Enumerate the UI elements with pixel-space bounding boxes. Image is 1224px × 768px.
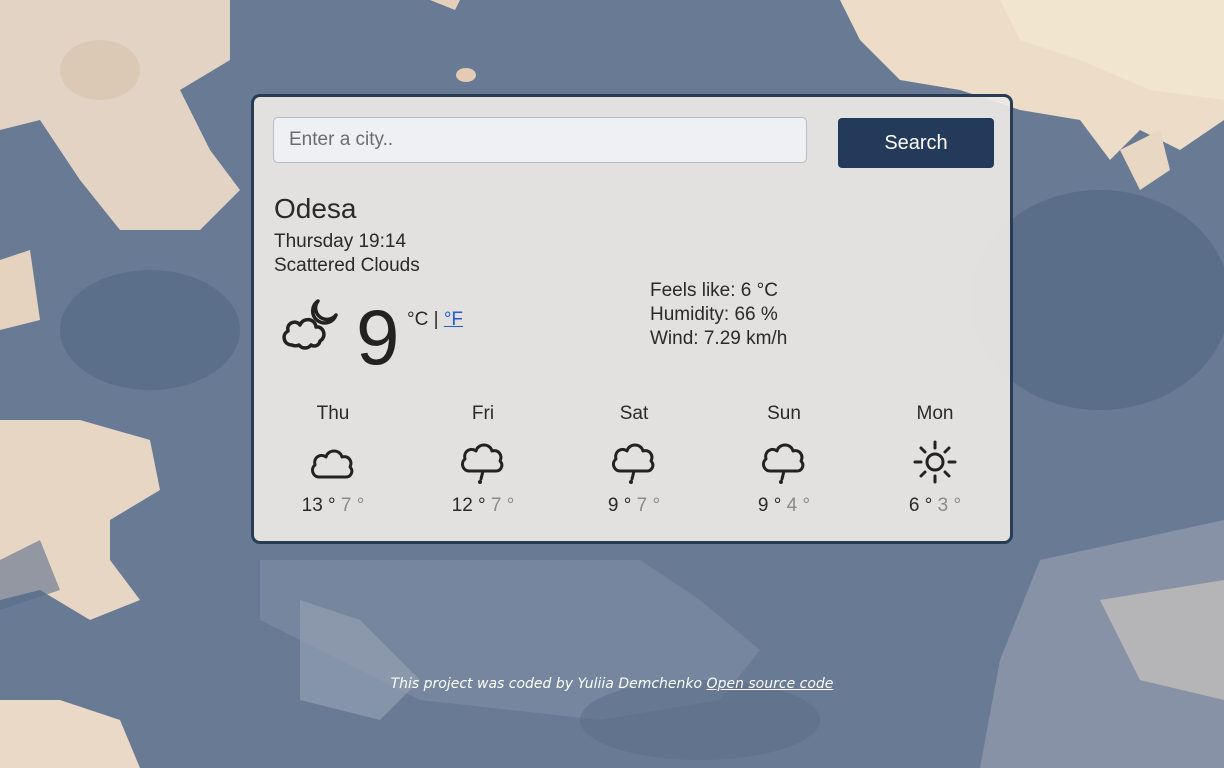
unit-separator: | [433,309,439,330]
forecast-day: Sat 9 ° 7 ° [559,403,709,517]
forecast-max-temp: 9 ° [757,495,782,516]
city-search-input[interactable] [273,117,807,163]
forecast-max-temp: 12 ° [451,495,486,516]
forecast-max-temp: 9 ° [607,495,632,516]
rain-cloud-icon [460,443,504,484]
forecast-day: Sun 9 ° 4 ° [709,403,859,517]
rain-cloud-icon [611,443,655,484]
celsius-unit: °C [407,309,429,330]
footer-credit: This project was coded by Yuliia Demchen… [390,676,703,692]
source-code-link[interactable]: Open source code [707,676,834,692]
weather-details: Feels like: 6 °C Humidity: 66 % Wind: 7.… [650,279,787,351]
forecast-day-label: Fri [471,403,495,424]
weather-description: Scattered Clouds [274,255,420,276]
forecast-day: Mon 6 ° 3 ° [860,403,1010,517]
forecast-day-label: Mon [916,403,954,424]
humidity: Humidity: 66 % [650,304,778,325]
city-name: Odesa [274,193,357,224]
sun-icon [913,440,957,484]
unit-switcher: °C | °F [407,309,463,331]
current-temperature: 9 [356,293,400,381]
fahrenheit-link[interactable]: °F [444,309,463,330]
rain-cloud-icon [761,443,805,484]
forecast-max-temp: 6 ° [908,495,933,516]
footer: This project was coded by Yuliia Demchen… [0,676,1224,692]
feels-like: Feels like: 6 °C [650,280,778,301]
partly-cloudy-night-icon [282,299,338,350]
forecast-min-temp: 7 ° [490,495,515,516]
forecast-day-label: Sun [767,403,801,424]
weather-card: Search Odesa Thursday 19:14 Scattered Cl… [251,94,1013,544]
search-button[interactable]: Search [838,118,994,168]
forecast-row: Thu 13 ° 7 ° Fri 12 ° 7 ° Sat 9 ° 7 ° Su… [258,403,1010,529]
forecast-day: Thu 13 ° 7 ° [258,403,408,517]
forecast-min-temp: 4 ° [786,495,811,516]
forecast-day-label: Thu [316,403,350,424]
cloud-icon [310,449,354,479]
forecast-max-temp: 13 ° [301,495,336,516]
forecast-day: Fri 12 ° 7 ° [408,403,558,517]
wind-speed: Wind: 7.29 km/h [650,328,788,349]
forecast-min-temp: 3 ° [937,495,962,516]
forecast-min-temp: 7 ° [340,495,365,516]
current-datetime: Thursday 19:14 [274,231,407,252]
forecast-min-temp: 7 ° [636,495,661,516]
forecast-day-label: Sat [619,403,649,424]
